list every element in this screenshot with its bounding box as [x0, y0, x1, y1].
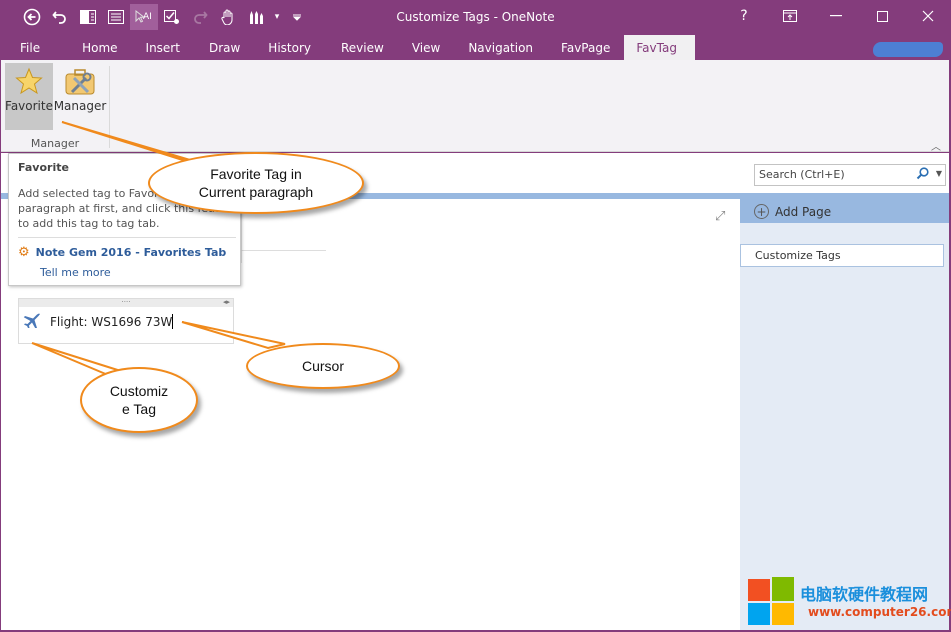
callout-customize-tag: Customiz e Tag	[80, 367, 198, 433]
callout-favorite-tag: Favorite Tag in Current paragraph	[148, 152, 364, 214]
cursor-callout-tail	[181, 321, 286, 350]
callout-tails	[31, 121, 286, 377]
callout-cursor: Cursor	[246, 343, 400, 389]
